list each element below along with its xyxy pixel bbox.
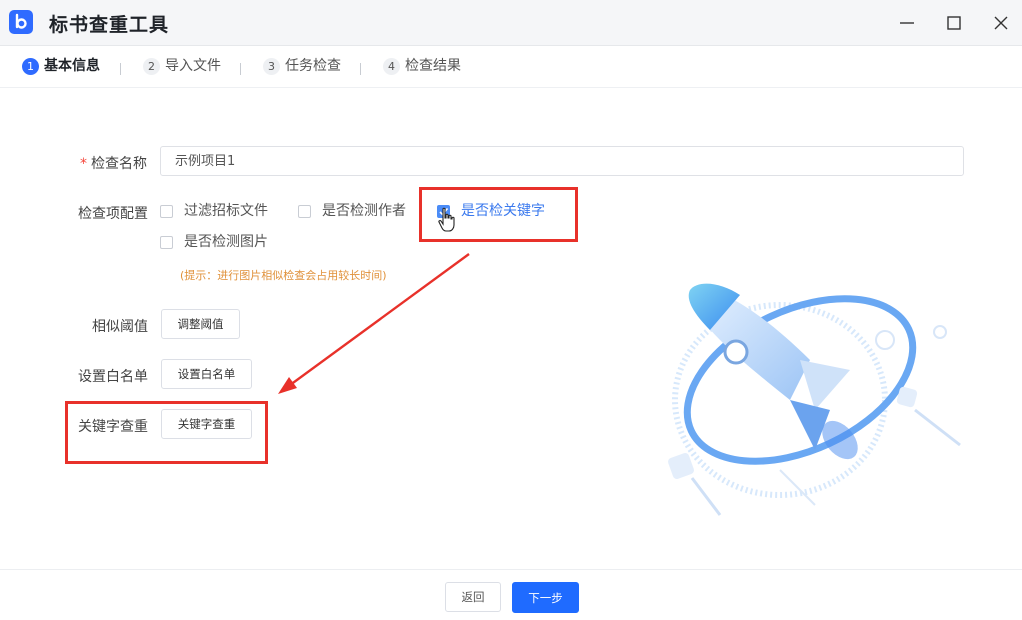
step-divider	[360, 63, 361, 75]
annotation-arrow-icon	[278, 253, 470, 394]
checkbox-box	[298, 205, 311, 218]
title-bar: 标书查重工具	[0, 0, 1022, 46]
adjust-threshold-button[interactable]: 调整阈值	[161, 309, 240, 339]
close-button[interactable]	[987, 9, 1015, 37]
step-label: 基本信息	[44, 58, 100, 74]
step-label: 检查结果	[405, 58, 461, 74]
checkbox-box	[160, 205, 173, 218]
config-label: 检查项配置	[78, 206, 148, 222]
checkbox-label: 过滤招标文件	[184, 203, 268, 219]
minimize-button[interactable]	[893, 9, 921, 37]
step-divider	[120, 63, 121, 75]
set-whitelist-button[interactable]: 设置白名单	[161, 359, 252, 389]
name-input[interactable]: 示例项目1	[160, 146, 964, 176]
step-bar: 1 基本信息 2 导入文件 3 任务检查 4 检查结果	[0, 46, 1022, 88]
back-button[interactable]: 返回	[445, 582, 501, 612]
footer-bar: 返回 下一步	[0, 569, 1022, 620]
next-step-button[interactable]: 下一步	[512, 582, 579, 613]
close-icon	[994, 16, 1008, 30]
step-number: 1	[22, 58, 39, 75]
required-mark: *	[80, 156, 87, 172]
rocket-illustration	[668, 283, 961, 516]
step-number: 3	[263, 58, 280, 75]
whitelist-label: 设置白名单	[78, 369, 148, 385]
annotation-box-checkbox	[419, 187, 578, 242]
annotation-box-keyword	[65, 401, 268, 464]
filter-tender-checkbox[interactable]: 过滤招标文件	[160, 203, 280, 221]
detect-image-checkbox[interactable]: 是否检测图片	[160, 234, 280, 252]
maximize-button[interactable]	[940, 9, 968, 37]
detect-author-checkbox[interactable]: 是否检测作者	[298, 203, 418, 221]
app-logo-icon	[9, 10, 33, 34]
minimize-icon	[900, 22, 914, 24]
step-number: 2	[143, 58, 160, 75]
step-number: 4	[383, 58, 400, 75]
checkbox-box	[160, 236, 173, 249]
maximize-icon	[947, 16, 961, 30]
checkbox-label: 是否检测图片	[184, 234, 268, 250]
checkbox-label: 是否检测作者	[322, 203, 406, 219]
step-divider	[240, 63, 241, 75]
similarity-label: 相似阈值	[92, 319, 148, 335]
step-label: 导入文件	[165, 58, 221, 74]
step-label: 任务检查	[285, 58, 341, 74]
app-title: 标书查重工具	[49, 14, 170, 36]
name-field-label: * 检查名称	[80, 156, 147, 172]
